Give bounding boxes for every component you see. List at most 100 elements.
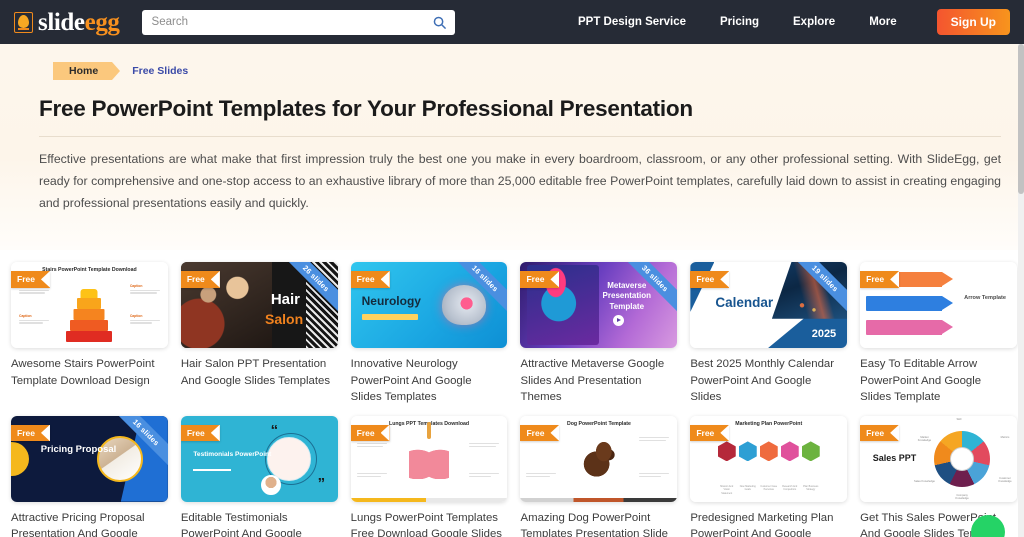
template-title[interactable]: Attractive Pricing Proposal Presentation…	[11, 510, 168, 537]
brain-illustration	[441, 285, 486, 325]
egg-in-frame-icon	[14, 11, 33, 33]
donut-label: Market Knowledge	[917, 435, 932, 443]
slide-art-heading: Hair	[270, 291, 301, 309]
free-badge: Free	[520, 424, 560, 442]
template-thumbnail[interactable]: Arrow Template Free	[860, 262, 1017, 348]
template-thumbnail[interactable]: Calendar 2025 Free 19 slides	[690, 262, 848, 348]
slide-art-heading: Calendar	[715, 294, 774, 310]
search-bar[interactable]	[141, 9, 455, 35]
template-thumbnail[interactable]: “ ” Testimonials PowerPoint Free	[180, 415, 338, 502]
page-scrollbar[interactable]	[1018, 44, 1024, 537]
template-title[interactable]: Easy To Editable Arrow PowerPoint And Go…	[860, 356, 1017, 406]
template-card-dog[interactable]: Dog PowerPoint Template Free Amazing Dog…	[520, 415, 678, 537]
template-title[interactable]: Innovative Neurology PowerPoint And Goog…	[351, 356, 508, 406]
template-title[interactable]: Attractive Metaverse Google Slides And P…	[520, 356, 677, 406]
hexagon-label: Customer Case Personas	[760, 485, 778, 492]
free-badge: Free	[11, 424, 50, 442]
hexagon-label-row: Mission And Vision Statement New Marketi…	[718, 485, 820, 494]
template-card-pricing-proposal[interactable]: Pricing Proposal Free 16 slides Attracti…	[11, 415, 168, 537]
main-nav: PPT Design Service Pricing Explore More …	[578, 9, 1010, 35]
free-badge: Free	[180, 271, 220, 288]
hero-divider	[39, 136, 1001, 137]
template-title[interactable]: Amazing Dog PowerPoint Templates Present…	[520, 510, 677, 537]
template-title[interactable]: Lungs PowerPoint Templates Free Download…	[351, 510, 508, 537]
hexagon-label: New Marketing Goals	[739, 485, 756, 492]
template-grid: Stairs PowerPoint Template Download Capt…	[7, 262, 1017, 537]
nav-item-more[interactable]: More	[869, 16, 896, 28]
donut-label: Sales Knowledge	[914, 480, 935, 484]
slide-base-bar	[520, 497, 678, 502]
free-badge: Free	[690, 271, 730, 288]
nav-item-pricing[interactable]: Pricing	[720, 16, 759, 28]
template-card-hair-salon[interactable]: Hair Salon Free 26 slides Hair Salon PPT…	[180, 262, 338, 406]
template-thumbnail[interactable]: Sales PPT Skill Metrics Customer Knowled…	[860, 415, 1017, 502]
template-thumbnail[interactable]: Neurology Free 16 slides	[350, 262, 508, 348]
hexagon-row	[717, 441, 820, 462]
sign-up-button[interactable]: Sign Up	[936, 9, 1010, 35]
template-thumbnail[interactable]: Metaverse Presentation Template Free 36 …	[520, 262, 678, 348]
template-thumbnail[interactable]: Pricing Proposal Free 16 slides	[11, 415, 168, 502]
donut-label: Company Knowledge	[955, 493, 969, 501]
template-grid-section: Stairs PowerPoint Template Download Capt…	[0, 250, 1024, 537]
template-title[interactable]: Hair Salon PPT Presentation And Google S…	[181, 356, 338, 389]
slide-art-title: Marketing Plan PowerPoint	[735, 420, 803, 427]
template-card-lungs[interactable]: Lungs PPT Templates Download Free Lungs …	[350, 415, 508, 537]
template-title[interactable]: Predesigned Marketing Plan PowerPoint An…	[690, 510, 847, 537]
template-thumbnail[interactable]: Marketing Plan PowerPoint Mission And Vi…	[690, 415, 848, 502]
slide-art-subheading: Salon	[265, 311, 304, 328]
template-title[interactable]: Editable Testimonials PowerPoint And Goo…	[181, 510, 338, 537]
search-input[interactable]	[151, 16, 432, 28]
avatar	[261, 474, 282, 495]
template-card-neurology[interactable]: Neurology Free 16 slides Innovative Neur…	[350, 262, 508, 406]
breadcrumb-free-slides[interactable]: Free Slides	[132, 65, 188, 77]
breadcrumb-home[interactable]: Home	[53, 61, 121, 81]
free-badge: Free	[350, 424, 390, 442]
template-card-awesome-stairs[interactable]: Stairs PowerPoint Template Download Capt…	[11, 262, 168, 406]
hexagon-item	[759, 441, 778, 462]
template-card-marketing-plan[interactable]: Marketing Plan PowerPoint Mission And Vi…	[690, 415, 848, 537]
underline-accent	[193, 468, 232, 471]
donut-chart-illustration	[934, 430, 991, 487]
template-thumbnail[interactable]: Hair Salon Free 26 slides	[180, 262, 338, 348]
logo-word-slide: slide	[38, 8, 85, 36]
close-quote-icon: ”	[317, 474, 326, 492]
play-icon	[613, 314, 625, 326]
dog-illustration	[578, 442, 619, 483]
template-title[interactable]: Best 2025 Monthly Calendar PowerPoint An…	[690, 356, 847, 406]
donut-label: Customer Knowledge	[998, 476, 1012, 484]
slide-art-heading: Testimonials PowerPoint	[193, 450, 272, 458]
template-thumbnail[interactable]: Dog PowerPoint Template Free	[520, 415, 678, 502]
slide-base-bar	[350, 497, 508, 502]
template-title[interactable]: Awesome Stairs PowerPoint Template Downl…	[11, 356, 168, 389]
hero-section: Home Free Slides Free PowerPoint Templat…	[0, 44, 1024, 250]
scrollbar-thumb[interactable]	[1018, 44, 1024, 194]
free-badge: Free	[860, 271, 900, 288]
template-card-testimonials[interactable]: “ ” Testimonials PowerPoint Free Editabl…	[180, 415, 338, 537]
donut-label: Metrics	[1000, 435, 1010, 439]
page-title: Free PowerPoint Templates for Your Profe…	[39, 96, 693, 121]
slide-art-year: 2025	[811, 328, 837, 341]
site-logo[interactable]: slideegg	[14, 10, 120, 35]
hexagon-item	[801, 441, 820, 462]
quote-bubble	[267, 436, 311, 481]
slide-art-heading: Sales PPT	[872, 453, 917, 464]
template-card-arrow-template[interactable]: Arrow Template Free Easy To Editable Arr…	[860, 262, 1017, 406]
logo-wordmark: slideegg	[38, 10, 120, 35]
template-card-calendar-2025[interactable]: Calendar 2025 Free 19 slides Best 2025 M…	[690, 262, 848, 406]
yellow-circle-accent	[11, 441, 29, 476]
logo-word-egg: egg	[84, 8, 120, 36]
free-badge: Free	[520, 271, 560, 288]
desk-photo	[96, 435, 143, 482]
hexagon-item	[717, 441, 736, 462]
search-icon[interactable]	[432, 15, 447, 30]
template-card-metaverse[interactable]: Metaverse Presentation Template Free 36 …	[520, 262, 678, 406]
free-badge: Free	[690, 424, 730, 442]
nav-item-explore[interactable]: Explore	[793, 16, 835, 28]
slide-art-heading: Arrow Template	[964, 294, 1007, 301]
template-thumbnail[interactable]: Stairs PowerPoint Template Download Capt…	[11, 262, 168, 348]
breadcrumb: Home Free Slides	[53, 61, 995, 81]
slide-art-caption: Caption	[129, 314, 143, 318]
template-thumbnail[interactable]: Lungs PPT Templates Download Free	[350, 415, 508, 502]
nav-item-ppt-design-service[interactable]: PPT Design Service	[578, 16, 686, 28]
slide-art-heading: Pricing Proposal	[40, 443, 117, 455]
